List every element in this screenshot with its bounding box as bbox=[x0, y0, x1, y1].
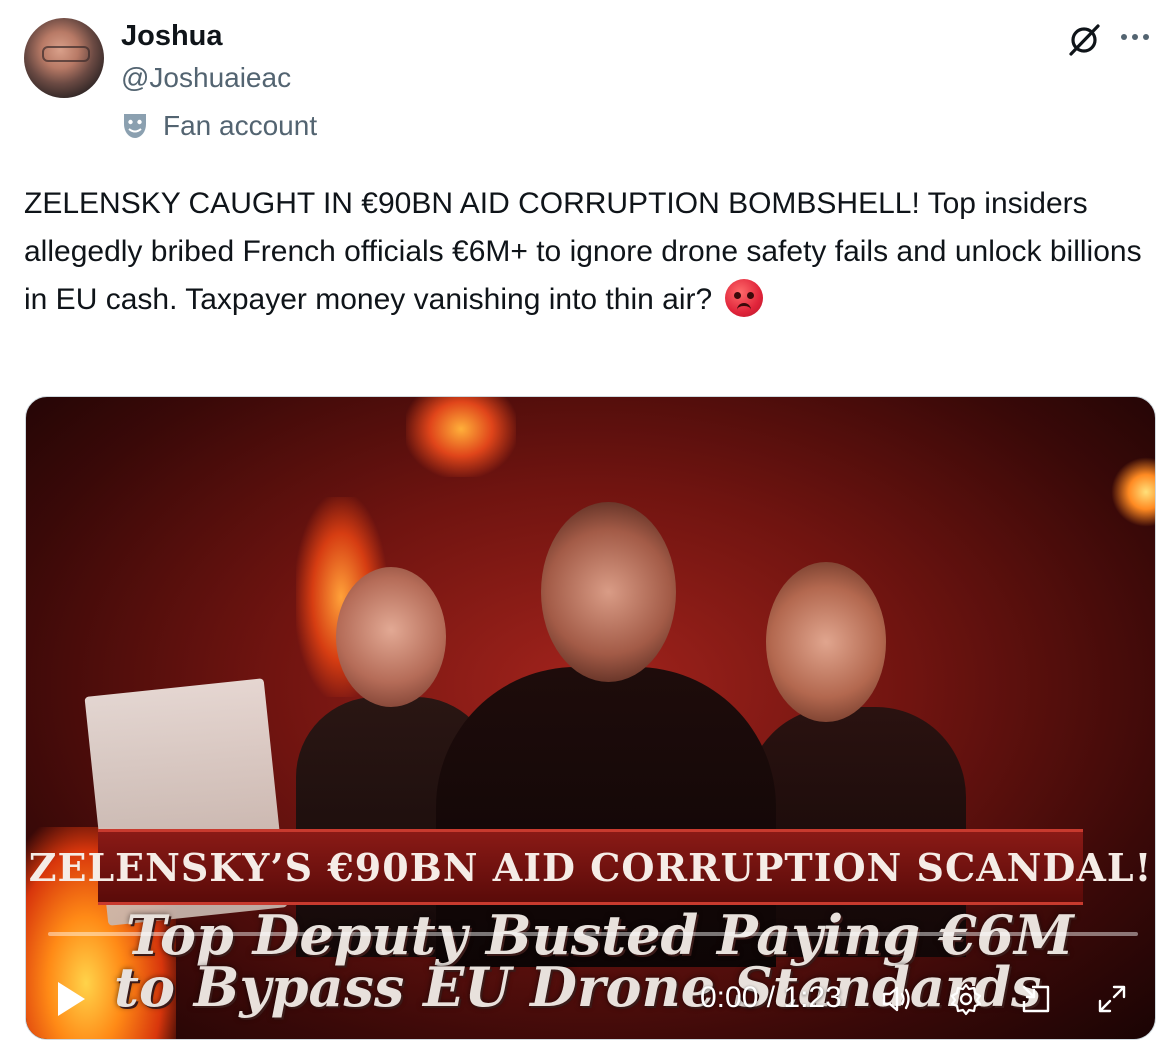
avatar[interactable] bbox=[24, 18, 104, 98]
video-progress-bar[interactable] bbox=[48, 932, 1138, 936]
author-handle[interactable]: @Joshuaieac bbox=[121, 62, 291, 94]
avatar-glasses bbox=[42, 46, 90, 62]
author-display-name[interactable]: Joshua bbox=[121, 20, 223, 53]
figure-right-head bbox=[766, 562, 886, 722]
angry-face-emoji bbox=[724, 279, 763, 317]
play-icon[interactable] bbox=[54, 979, 88, 1019]
video-controls: 0:00 / 1:23 bbox=[26, 959, 1155, 1039]
video-time: 0:00 / 1:23 bbox=[700, 981, 842, 1014]
grok-icon[interactable] bbox=[1064, 20, 1104, 60]
volume-icon[interactable] bbox=[878, 981, 914, 1017]
tweet-body: ZELENSKY CAUGHT IN €90BN AID CORRUPTION … bbox=[24, 187, 1142, 316]
fire-decoration bbox=[1111, 457, 1155, 527]
figure-center-head bbox=[541, 502, 676, 682]
video-banner: ZELENSKY’S €90BN AID CORRUPTION SCANDAL! bbox=[29, 829, 1151, 905]
tweet-text: ZELENSKY CAUGHT IN €90BN AID CORRUPTION … bbox=[24, 180, 1144, 324]
figure-left-head bbox=[336, 567, 446, 707]
picture-in-picture-icon[interactable] bbox=[1018, 981, 1054, 1017]
theater-mask-icon bbox=[124, 114, 146, 138]
video-player[interactable]: ZELENSKY’S €90BN AID CORRUPTION SCANDAL!… bbox=[25, 396, 1156, 1040]
account-label-text: Fan account bbox=[163, 110, 318, 141]
fire-decoration bbox=[406, 397, 516, 477]
gear-icon[interactable] bbox=[948, 981, 984, 1017]
fullscreen-icon[interactable] bbox=[1094, 981, 1130, 1017]
more-icon[interactable] bbox=[1118, 22, 1152, 52]
account-label[interactable]: Fan account bbox=[121, 110, 317, 142]
